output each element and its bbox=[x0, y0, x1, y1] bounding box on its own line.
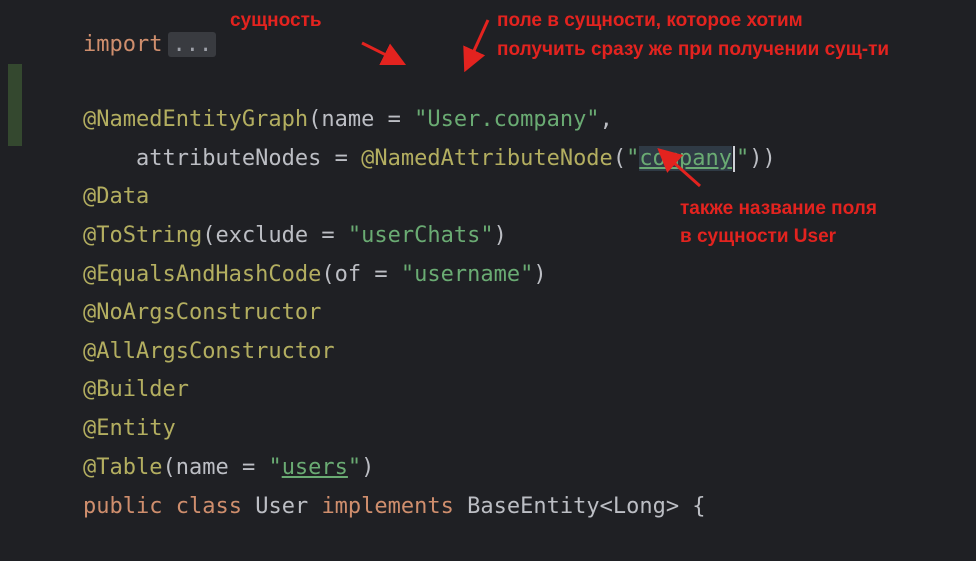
annotation-arrows bbox=[361, 19, 701, 188]
arrow-to-entity-graph bbox=[361, 41, 407, 66]
arrow-to-company-node bbox=[657, 148, 701, 188]
arrow-to-user-company bbox=[463, 19, 490, 73]
